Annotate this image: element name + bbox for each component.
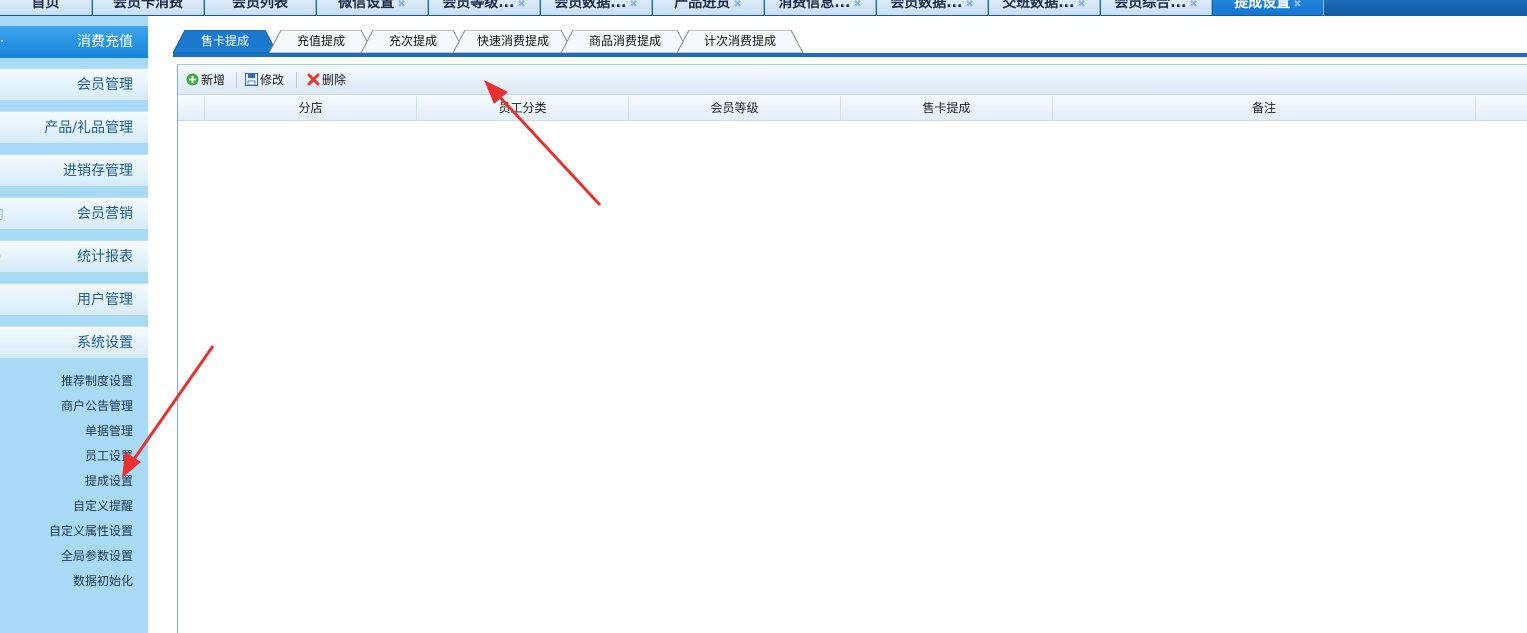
close-icon[interactable]: ✖ xyxy=(629,0,637,10)
sidebar-group-label: 系统设置 xyxy=(77,335,133,351)
sidebar-group-reports[interactable]: ) 统计报表 xyxy=(0,240,148,272)
column-header-member-level[interactable]: 会员等级 xyxy=(629,96,841,121)
tab-count-consume-commission[interactable]: 计次消费提成 xyxy=(677,30,803,53)
top-tab-member-summary[interactable]: 会员综合... ✖ xyxy=(1101,0,1212,15)
sidebar-group-system-settings[interactable]: ⁞ 系统设置 xyxy=(0,326,148,358)
top-tab-shift-data[interactable]: 交班数据... ✖ xyxy=(989,0,1100,15)
sidebar-subitem-documents[interactable]: 单据管理 xyxy=(85,422,133,440)
top-tab-label: 会员列表 xyxy=(232,0,288,11)
sidebar-subitem-custom-attributes[interactable]: 自定义属性设置 xyxy=(49,522,133,540)
close-icon[interactable]: ✖ xyxy=(397,0,405,10)
bullet-icon: · xyxy=(0,34,5,50)
add-button-label: 新增 xyxy=(201,73,226,87)
sidebar-group-label: 统计报表 xyxy=(77,249,133,265)
tab-label: 充值提成 xyxy=(296,34,345,48)
sidebar-group-marketing[interactable]: ▯ 会员营销 xyxy=(0,197,148,229)
column-header-remarks[interactable]: 备注 xyxy=(1053,96,1476,121)
top-tab-label: 会员等级... xyxy=(442,0,515,11)
tab-label: 充次提成 xyxy=(388,34,437,48)
top-tab-label: 会员卡消费 xyxy=(113,0,183,11)
top-tab-wechat[interactable]: 微信设置 ✖ xyxy=(317,0,428,15)
top-tab-label: 交班数据... xyxy=(1002,0,1075,11)
sidebar-group-label: 用户管理 xyxy=(77,292,133,308)
plus-circle-icon xyxy=(186,73,199,86)
sidebar-group-member-management[interactable]: 会员管理 xyxy=(0,68,148,100)
sidebar-subitem-global-params[interactable]: 全局参数设置 xyxy=(61,547,133,565)
tab-count-recharge-commission[interactable]: 充次提成 xyxy=(361,30,465,53)
close-icon[interactable]: ✖ xyxy=(965,0,973,10)
grid-header: 分店 员工分类 会员等级 售卡提成 备注 xyxy=(178,96,1527,121)
top-tab-commission-settings[interactable]: 提成设置 ✖ xyxy=(1213,0,1324,15)
sidebar-group-label: 产品/礼品管理 xyxy=(44,120,133,136)
toolbar-divider xyxy=(236,72,237,88)
top-tab-label: 微信设置 xyxy=(338,0,395,11)
top-tab-label: 会员数据... xyxy=(890,0,963,11)
sidebar-header-label: 消费充值 xyxy=(77,34,133,50)
top-tab-label: 提成设置 xyxy=(1234,0,1291,11)
column-header-staff-category[interactable]: 员工分类 xyxy=(417,96,629,121)
floppy-disk-icon xyxy=(245,73,258,86)
top-tab-label: 产品进货 xyxy=(674,0,731,11)
column-header-card-sale-commission[interactable]: 售卡提成 xyxy=(841,96,1053,121)
top-tab-product-purchase[interactable]: 产品进货 ✖ xyxy=(653,0,764,15)
sidebar-subitem-commission[interactable]: 提成设置 xyxy=(85,472,133,490)
close-icon[interactable]: ✖ xyxy=(1077,0,1085,10)
tab-label: 快速消费提成 xyxy=(476,34,549,48)
sidebar-group-label: 会员管理 xyxy=(77,77,133,93)
top-tab-home[interactable]: 首页 xyxy=(0,0,92,15)
toolbar: 新增 修改 删除 xyxy=(178,65,1527,95)
top-tab-label: 消费信息... xyxy=(778,0,851,11)
add-button[interactable]: 新增 xyxy=(186,72,225,88)
sidebar-group-inventory[interactable]: ⁝ 进销存管理 xyxy=(0,154,148,186)
close-icon[interactable]: ✖ xyxy=(1189,0,1197,10)
close-icon[interactable]: ✖ xyxy=(1293,0,1301,10)
top-tab-label: 会员数据... xyxy=(554,0,627,11)
sidebar: · 消费充值 会员管理 ⁝ 产品/礼品管理 ⁝ 进销存管理 ▯ 会员营销 ) 统… xyxy=(0,16,148,633)
sidebar-group-users[interactable]: 用户管理 xyxy=(0,283,148,315)
top-tab-member-data[interactable]: 会员数据... ✖ xyxy=(541,0,652,15)
red-x-icon xyxy=(307,73,320,86)
top-tab-label: 会员综合... xyxy=(1114,0,1187,11)
close-icon[interactable]: ✖ xyxy=(517,0,525,10)
top-tab-label: 首页 xyxy=(31,0,60,11)
sidebar-subitem-reminders[interactable]: 自定义提醒 xyxy=(73,497,133,515)
top-tab-consume-info[interactable]: 消费信息... ✖ xyxy=(765,0,876,15)
tab-recharge-commission[interactable]: 充值提成 xyxy=(269,30,373,53)
main-content: 售卡提成 充值提成 充次提成 快速消费提成 商品消费提成 计次消费提成 新增 修… xyxy=(148,16,1527,633)
tab-label: 售卡提成 xyxy=(200,34,249,48)
sidebar-header[interactable]: · 消费充值 xyxy=(0,26,148,58)
delete-button-label: 删除 xyxy=(322,73,347,87)
content-tab-bar: 售卡提成 充值提成 充次提成 快速消费提成 商品消费提成 计次消费提成 xyxy=(148,16,1527,58)
close-icon[interactable]: ✖ xyxy=(733,0,741,10)
sidebar-subitem-data-init[interactable]: 数据初始化 xyxy=(73,572,133,590)
top-tab-card-consume[interactable]: 会员卡消费 xyxy=(93,0,204,15)
tab-product-consume-commission[interactable]: 商品消费提成 xyxy=(561,30,689,53)
tab-card-sale-commission[interactable]: 售卡提成 xyxy=(173,30,277,53)
tab-bar-baseline xyxy=(173,53,1527,57)
tab-label: 计次消费提成 xyxy=(703,34,776,48)
commission-panel: 新增 修改 删除 分店 员工分类 会员等级 售卡提成 备注 xyxy=(177,64,1527,633)
edit-button-label: 修改 xyxy=(260,73,285,87)
sidebar-subitem-staff[interactable]: 员工设置 xyxy=(85,447,133,465)
delete-button[interactable]: 删除 xyxy=(307,72,346,88)
sidebar-group-label: 进销存管理 xyxy=(63,163,133,179)
top-tab-strip: 首页 会员卡消费 会员列表 微信设置 ✖ 会员等级... ✖ 会员数据... ✖ 产品… xyxy=(0,0,1527,16)
sidebar-subitem-announcements[interactable]: 商户公告管理 xyxy=(61,397,133,415)
marketing-icon: ▯ xyxy=(0,198,4,230)
edit-button[interactable]: 修改 xyxy=(245,72,284,88)
sidebar-group-label: 会员营销 xyxy=(77,206,133,222)
top-tab-member-list[interactable]: 会员列表 xyxy=(205,0,316,15)
column-header-branch[interactable]: 分店 xyxy=(205,96,417,121)
top-tab-member-level[interactable]: 会员等级... ✖ xyxy=(429,0,540,15)
grid-checkbox-column xyxy=(178,96,205,121)
sidebar-group-products[interactable]: ⁝ 产品/礼品管理 xyxy=(0,111,148,143)
sidebar-subitem-referral[interactable]: 推荐制度设置 xyxy=(61,372,133,390)
top-tab-member-data-2[interactable]: 会员数据... ✖ xyxy=(877,0,988,15)
close-icon[interactable]: ✖ xyxy=(853,0,861,10)
tab-label: 商品消费提成 xyxy=(588,34,661,48)
tab-quick-consume-commission[interactable]: 快速消费提成 xyxy=(453,30,573,53)
toolbar-divider xyxy=(296,72,297,88)
report-icon: ) xyxy=(0,241,1,273)
